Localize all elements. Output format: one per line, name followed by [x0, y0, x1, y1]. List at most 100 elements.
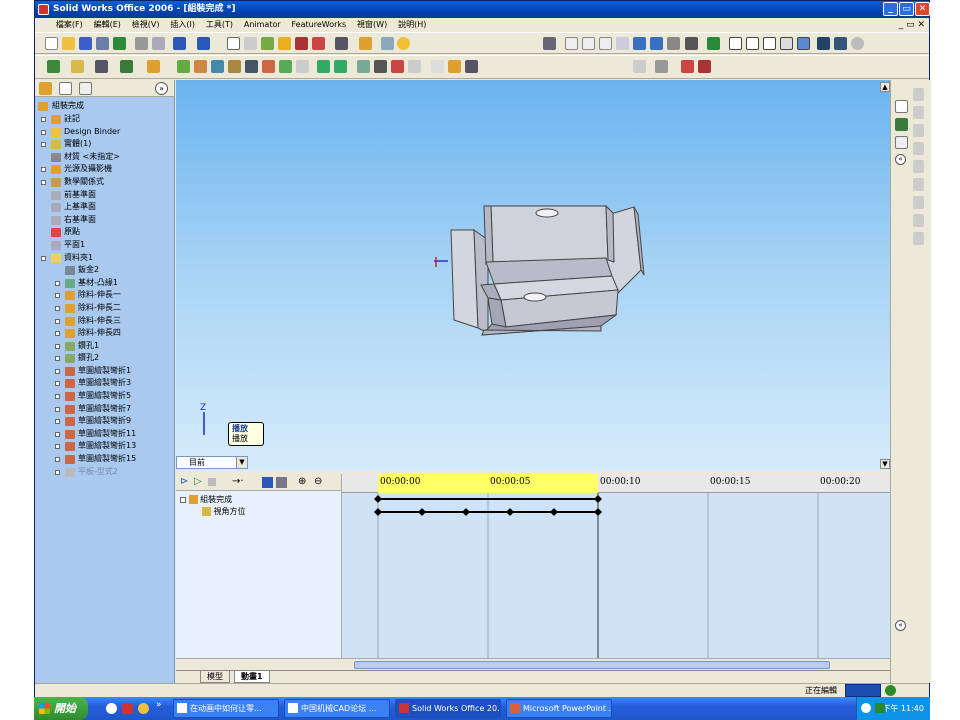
feature-tree-item[interactable]: 資料夾1 — [35, 252, 175, 265]
no-bends-icon[interactable] — [391, 60, 404, 73]
quicklaunch-more-icon[interactable]: » — [156, 700, 162, 710]
tab-animation1[interactable]: 動畫1 — [234, 671, 270, 683]
expand-taskpane-icon[interactable]: « — [895, 154, 906, 165]
feature-tree-item[interactable]: 右基準面 — [35, 214, 175, 227]
expand-box-icon[interactable] — [55, 381, 60, 387]
expand-box-icon[interactable] — [55, 368, 60, 374]
expand-box-icon[interactable] — [55, 419, 60, 425]
maximize-button[interactable]: ▭ — [899, 2, 914, 16]
zoom-in-icon[interactable] — [599, 37, 612, 50]
rotate-icon[interactable] — [633, 37, 646, 50]
home-icon[interactable] — [895, 100, 908, 113]
quicklaunch-solidworks-icon[interactable] — [122, 703, 133, 714]
expand-box-icon[interactable] — [41, 117, 46, 122]
welded-corner-icon[interactable] — [296, 60, 309, 73]
forming-tool-icon[interactable] — [448, 60, 461, 73]
combo-dropdown-icon[interactable]: ▼ — [236, 457, 247, 468]
feature-tree-item[interactable]: 草圖繪製彎折5 — [35, 390, 175, 403]
fold-icon[interactable] — [357, 60, 370, 73]
sketch-tool-trim-icon[interactable] — [913, 196, 924, 209]
playback-mode-icon[interactable]: →· — [232, 476, 244, 488]
assembly-icon[interactable] — [47, 60, 60, 73]
menu-tools[interactable]: 工具(T) — [202, 18, 237, 32]
viewport-scroll-down-icon[interactable]: ▼ — [880, 459, 890, 469]
view-orientation-icon[interactable] — [667, 37, 680, 50]
redo-icon[interactable] — [197, 37, 210, 50]
expand-box-icon[interactable] — [55, 406, 60, 412]
stop-icon[interactable] — [208, 478, 216, 486]
file-explorer-icon[interactable] — [895, 136, 908, 149]
photoworks-icon[interactable] — [655, 60, 668, 73]
feature-tree-item[interactable]: 草圖繪製彎折15 — [35, 453, 175, 466]
rebuild-icon[interactable] — [244, 37, 257, 50]
expand-box-icon[interactable] — [41, 167, 46, 173]
hidden-lines-removed-icon[interactable] — [763, 37, 776, 50]
shaded-edges-icon[interactable] — [780, 37, 793, 50]
help-icon[interactable] — [397, 37, 410, 50]
expand-box-icon[interactable] — [55, 394, 60, 400]
mate-icon[interactable] — [95, 60, 108, 73]
quicklaunch-icon-1[interactable] — [106, 703, 117, 714]
timeline-zoom-in-icon[interactable]: ⊕ — [298, 476, 306, 488]
sketch-tool-corner-icon[interactable] — [913, 160, 924, 173]
feature-tree-item[interactable]: 數學關係式 — [35, 176, 175, 189]
base-flange-tool-icon[interactable] — [177, 60, 190, 73]
expand-box-icon[interactable] — [55, 318, 60, 324]
print-icon[interactable] — [96, 37, 109, 50]
menu-insert[interactable]: 插入(I) — [166, 18, 199, 32]
timeline-hscrollbar[interactable] — [342, 658, 890, 670]
collapse-box-icon[interactable] — [41, 255, 46, 261]
feature-tree-item[interactable]: 鑽孔2 — [35, 352, 175, 365]
timeline-grid[interactable]: 00:00:00 00:00:05 00:00:10 00:00:15 00:0… — [342, 474, 890, 671]
tray-network-icon[interactable] — [875, 703, 885, 713]
zoom-area-icon[interactable] — [582, 37, 595, 50]
curve-icon[interactable] — [147, 60, 160, 73]
feature-tree-item[interactable]: 除料-伸長一 — [35, 289, 175, 302]
reference-geometry-icon[interactable] — [120, 60, 133, 73]
design-library-icon[interactable] — [895, 118, 908, 131]
language-bar[interactable] — [845, 684, 881, 697]
notes-icon[interactable] — [381, 37, 394, 50]
timeline-root-node[interactable]: 組裝完成 — [180, 494, 232, 506]
feature-tree-item[interactable]: 原點 — [35, 226, 175, 239]
sketch-tool-mirror-icon[interactable] — [913, 214, 924, 227]
sketch-tool-pattern-icon[interactable] — [913, 232, 924, 245]
table-icon[interactable] — [312, 37, 325, 50]
jog-icon[interactable] — [245, 60, 258, 73]
unfold-icon[interactable] — [334, 60, 347, 73]
menu-help[interactable]: 說明(H) — [394, 18, 430, 32]
expand-box-icon[interactable] — [55, 457, 60, 463]
wizard-icon[interactable] — [359, 37, 372, 50]
start-button[interactable]: 開始 — [34, 697, 88, 720]
expand-box-icon[interactable] — [55, 431, 60, 437]
new-icon[interactable] — [45, 37, 58, 50]
feature-tree-item[interactable]: 平板-型式2 — [35, 466, 175, 479]
tray-icon-1[interactable] — [861, 703, 871, 713]
animation-wizard-icon[interactable] — [276, 477, 287, 488]
grid-icon[interactable] — [295, 37, 308, 50]
open-icon[interactable] — [62, 37, 75, 50]
sketch-tool-line-icon[interactable] — [913, 88, 924, 101]
layers-icon[interactable] — [335, 37, 348, 50]
feature-tree-item[interactable]: 鈑金2 — [35, 264, 175, 277]
shadow-icon[interactable] — [817, 37, 830, 50]
feature-tree-item[interactable]: 除料-伸長四 — [35, 327, 175, 340]
menu-view[interactable]: 檢視(V) — [128, 18, 164, 32]
expand-box-icon[interactable] — [55, 331, 60, 337]
flatten-icon[interactable] — [374, 60, 387, 73]
toolbox-icon[interactable] — [633, 60, 646, 73]
timeline-zoom-out-icon[interactable]: ⊖ — [314, 476, 322, 488]
feature-tree-item[interactable]: 平面1 — [35, 239, 175, 252]
expand-box-icon[interactable] — [41, 129, 46, 135]
animator-icon[interactable] — [681, 60, 694, 73]
feature-tree-item[interactable]: 草圖繪製彎折9 — [35, 415, 175, 428]
sketch-tool-spline-icon[interactable] — [913, 124, 924, 137]
feature-tree-root[interactable]: 組裝完成 — [38, 100, 168, 113]
wireframe-icon[interactable] — [729, 37, 742, 50]
sketch-tool-curve-icon[interactable] — [913, 142, 924, 155]
copy-icon[interactable] — [152, 37, 165, 50]
menu-file[interactable]: 檔案(F) — [52, 18, 87, 32]
feature-tree-item[interactable]: 註記 — [35, 113, 175, 126]
task-browser-1[interactable]: 在动画中如何让零... — [173, 699, 279, 718]
hem-icon[interactable] — [228, 60, 241, 73]
